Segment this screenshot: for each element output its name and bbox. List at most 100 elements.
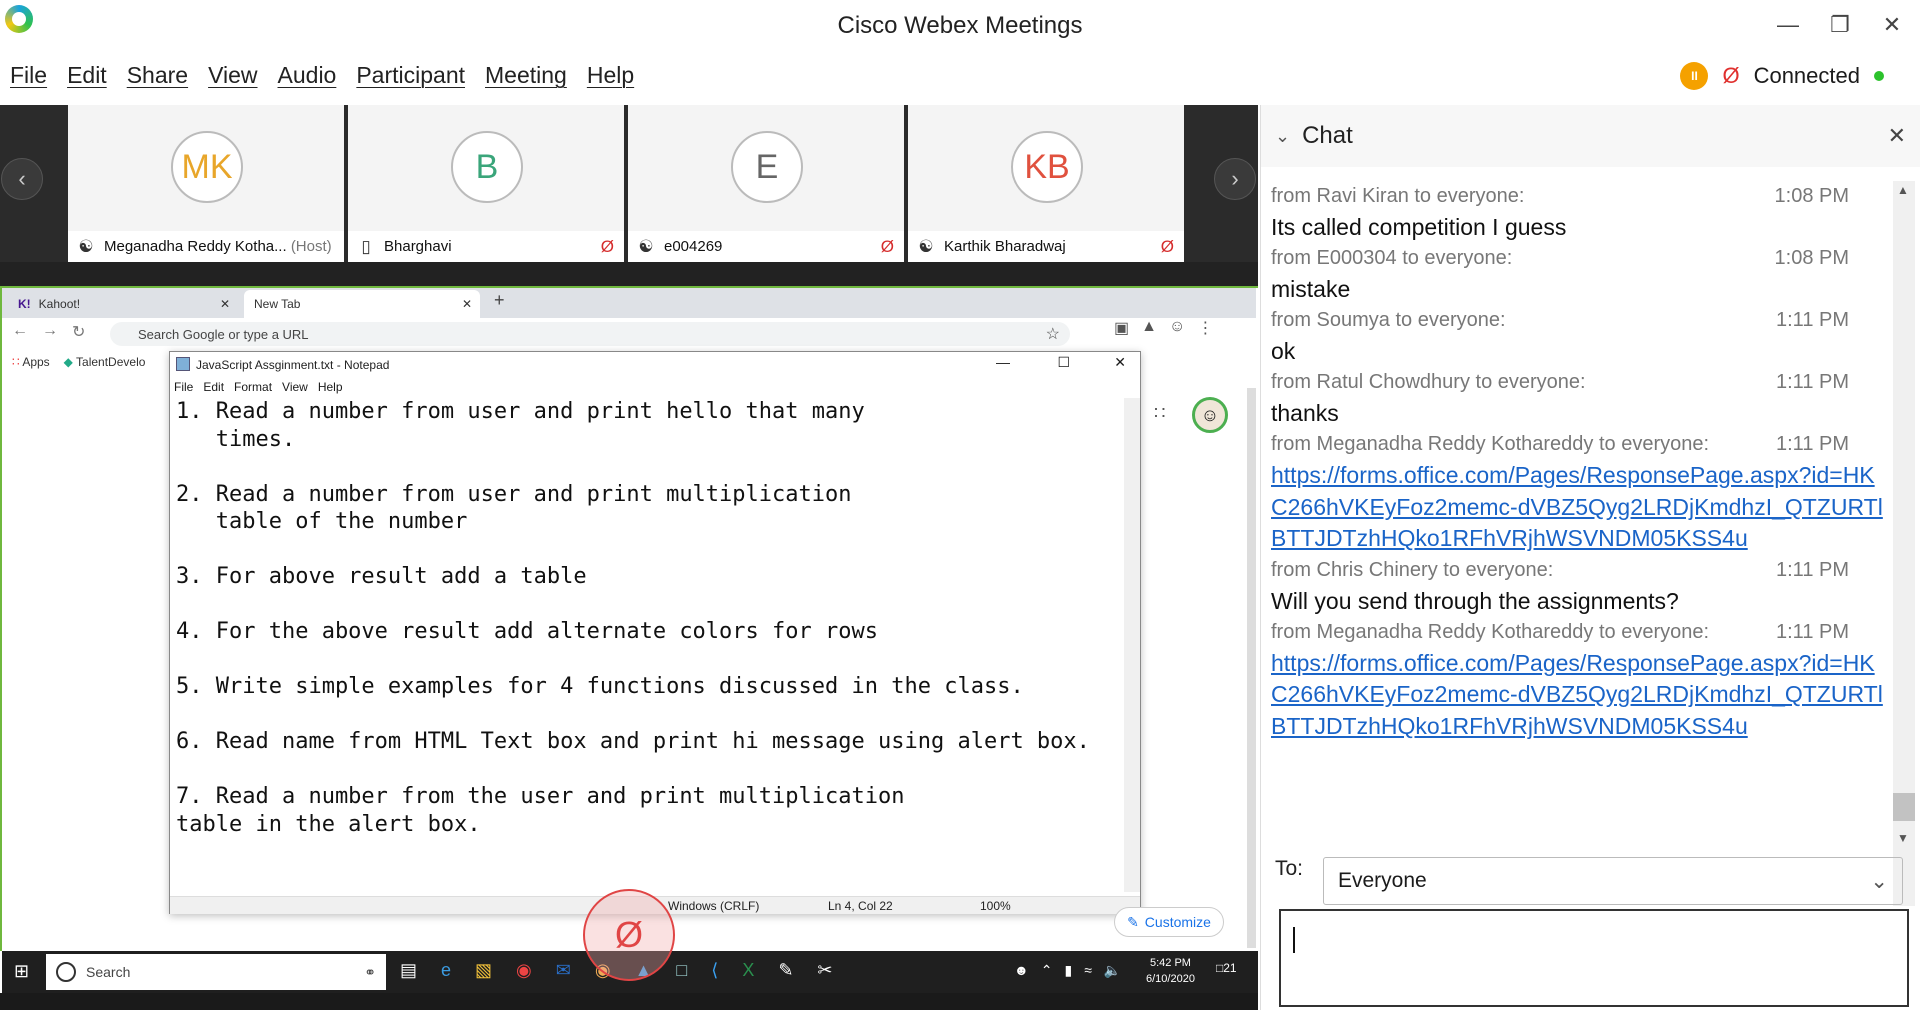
google-account-avatar[interactable]: ☺ xyxy=(1192,397,1228,433)
maximize-icon[interactable]: ☐ xyxy=(1057,354,1070,371)
system-tray: ☻ ⌃ ▮ ≈ 🔈 xyxy=(1014,962,1121,979)
kahoot-icon: K! xyxy=(18,297,31,311)
new-tab-icon[interactable]: + xyxy=(494,290,505,311)
mic-muted-icon[interactable]: Ø xyxy=(583,889,675,981)
menu-help[interactable]: Help xyxy=(587,62,634,98)
menu-file[interactable]: File xyxy=(10,62,47,98)
bookmark-icon: ◆ xyxy=(63,355,73,369)
participant-tile[interactable]: E ☯ e004269 Ø xyxy=(628,105,906,262)
forward-icon[interactable]: → xyxy=(42,322,58,342)
edge-icon[interactable]: e xyxy=(441,960,451,981)
menu-participant[interactable]: Participant xyxy=(356,62,465,98)
chrome-icon[interactable]: ◉ xyxy=(516,960,532,981)
avatar: B xyxy=(451,131,523,203)
title-bar: Cisco Webex Meetings — ❐ ✕ xyxy=(0,0,1920,56)
chevron-down-icon[interactable]: ⌄ xyxy=(1275,126,1290,147)
excel-icon[interactable]: X xyxy=(742,960,754,981)
browser-tab-kahoot[interactable]: K! Kahoot! ✕ xyxy=(8,290,238,318)
headset-icon: ☯ xyxy=(918,236,934,256)
omnibox[interactable]: Search Google or type a URL ☆ xyxy=(110,322,1070,346)
menu-format[interactable]: Format xyxy=(234,380,272,394)
message-link[interactable]: https://forms.office.com/Pages/ResponseP… xyxy=(1271,648,1883,743)
file-explorer-icon[interactable]: ▧ xyxy=(475,960,492,981)
mic-muted-icon[interactable]: Ø xyxy=(1722,63,1739,89)
menu-view[interactable]: View xyxy=(282,380,308,394)
outlook-icon[interactable]: ✉ xyxy=(556,960,571,981)
participant-tile[interactable]: B ▯ Bharghavi Ø xyxy=(348,105,626,262)
snipping-icon[interactable]: ✂ xyxy=(817,960,832,981)
scroll-down-icon[interactable]: ▼ xyxy=(1897,831,1909,845)
task-view-icon[interactable]: ▤ xyxy=(400,960,417,981)
message-sender: from Meganadha Reddy Kothareddy to every… xyxy=(1271,620,1710,643)
volume-icon[interactable]: 🔈 xyxy=(1104,962,1121,979)
menu-help[interactable]: Help xyxy=(318,380,343,394)
notepad-task-icon[interactable]: □ xyxy=(676,960,687,981)
message-sender: from Ratul Chowdhury to everyone: xyxy=(1271,371,1586,393)
recipient-select[interactable]: Everyone ⌄ xyxy=(1323,857,1903,905)
close-icon[interactable]: ✕ xyxy=(220,297,230,311)
taskbar-clock[interactable]: 5:42 PM 6/10/2020 xyxy=(1146,955,1195,987)
reload-icon[interactable]: ↻ xyxy=(72,322,85,342)
minimize-icon[interactable]: — xyxy=(1768,8,1808,42)
bookmarks-bar: ∷ Apps ◆ TalentDevelo xyxy=(12,355,145,369)
people-icon[interactable]: ☻ xyxy=(1014,962,1029,979)
bottom-bar xyxy=(0,993,1258,1010)
wifi-icon[interactable]: ≈ xyxy=(1084,962,1092,979)
message-time: 1:11 PM xyxy=(1776,620,1849,643)
close-icon[interactable]: ✕ xyxy=(1888,123,1906,149)
message-time: 1:11 PM xyxy=(1776,433,1849,455)
chevron-down-icon: ⌄ xyxy=(1870,869,1888,893)
customize-button[interactable]: ✎ Customize xyxy=(1114,907,1224,937)
bookmark-apps[interactable]: ∷ Apps xyxy=(12,355,50,369)
close-icon[interactable]: ✕ xyxy=(1114,354,1126,371)
taskbar-search[interactable]: Search ⚭ xyxy=(46,954,386,990)
notification-count: 21 xyxy=(1223,961,1237,975)
menu-edit[interactable]: Edit xyxy=(203,380,224,394)
scroll-thumb[interactable] xyxy=(1893,793,1915,821)
participant-tile[interactable]: MK ☯ Meganadha Reddy Kotha... (Host) xyxy=(68,105,346,262)
minimize-icon[interactable]: — xyxy=(996,354,1010,370)
more-icon[interactable]: ⋮ xyxy=(1197,318,1213,338)
pause-icon[interactable]: II xyxy=(1680,62,1709,90)
star-icon[interactable]: ☆ xyxy=(1046,324,1060,344)
windows-start-icon[interactable]: ⊞ xyxy=(14,961,29,982)
chat-scrollbar[interactable]: ▲ ▼ xyxy=(1893,181,1915,906)
menu-share[interactable]: Share xyxy=(127,62,188,98)
chevron-left-icon[interactable]: ‹ xyxy=(1,158,43,200)
drive-icon[interactable]: ▲ xyxy=(1141,318,1157,338)
chevron-right-icon[interactable]: › xyxy=(1214,158,1256,200)
mic-muted-icon: Ø xyxy=(880,236,894,256)
chat-input[interactable] xyxy=(1279,909,1909,1007)
menu-audio[interactable]: Audio xyxy=(278,62,337,98)
message-text: Will you send through the assignments? xyxy=(1271,587,1679,614)
battery-icon[interactable]: ▮ xyxy=(1064,962,1072,979)
apps-grid-icon: ∷ xyxy=(12,355,20,369)
microphone-icon[interactable]: ⚭ xyxy=(364,964,376,981)
apps-grid-icon[interactable]: ∷ xyxy=(1154,403,1165,424)
paint-icon[interactable]: ✎ xyxy=(778,960,793,981)
menu-file[interactable]: File xyxy=(174,380,193,394)
browser-tab-newtab[interactable]: New Tab ✕ xyxy=(244,290,480,318)
notifications-icon[interactable]: □21 xyxy=(1216,961,1237,975)
menu-meeting[interactable]: Meeting xyxy=(485,62,567,98)
close-icon[interactable]: ✕ xyxy=(1872,8,1912,42)
menu-edit[interactable]: Edit xyxy=(67,62,107,98)
browser-scrollbar[interactable] xyxy=(1247,388,1256,948)
menu-view[interactable]: View xyxy=(208,62,257,98)
notepad-scrollbar[interactable] xyxy=(1124,398,1140,892)
profile-avatar[interactable]: ☺ xyxy=(1169,318,1185,338)
participant-tile[interactable]: KB ☯ Karthik Bharadwaj Ø xyxy=(908,105,1186,262)
status-position: Ln 4, Col 22 xyxy=(828,899,893,913)
vscode-icon[interactable]: ⟨ xyxy=(711,960,718,981)
chevron-up-icon[interactable]: ⌃ xyxy=(1041,962,1053,979)
back-icon[interactable]: ← xyxy=(12,322,28,342)
scroll-up-icon[interactable]: ▲ xyxy=(1897,183,1909,197)
avatar: KB xyxy=(1011,131,1083,203)
message-link[interactable]: https://forms.office.com/Pages/ResponseP… xyxy=(1271,460,1883,555)
extension-icon[interactable]: ▣ xyxy=(1114,318,1129,338)
bookmark-talentdevelo[interactable]: ◆ TalentDevelo xyxy=(64,355,146,369)
maximize-icon[interactable]: ❐ xyxy=(1820,8,1860,42)
notepad-text-area[interactable]: 1. Read a number from user and print hel… xyxy=(176,398,1126,888)
close-icon[interactable]: ✕ xyxy=(462,297,472,311)
message-sender: from Ravi Kiran to everyone: xyxy=(1271,185,1525,207)
